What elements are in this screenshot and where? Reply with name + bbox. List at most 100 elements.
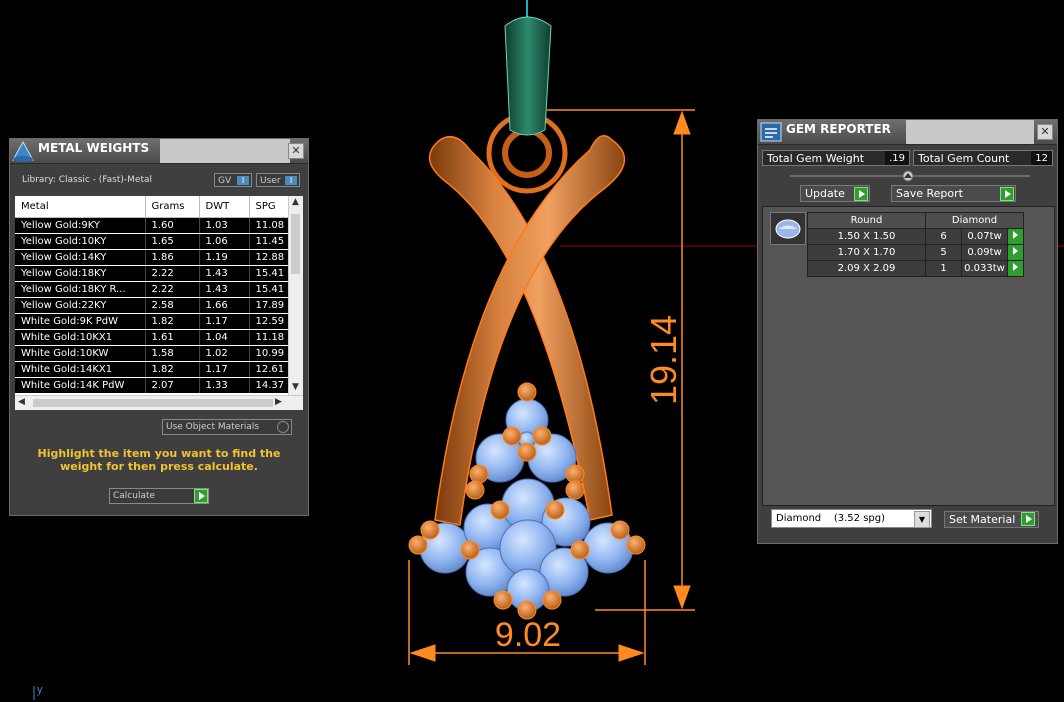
material-select[interactable]: Diamond (3.52 spg) ▼ xyxy=(771,509,932,528)
chevron-down-icon[interactable]: ▼ xyxy=(914,511,930,528)
calculate-button[interactable]: Calculate xyxy=(109,488,209,504)
horizontal-scrollbar[interactable]: ◀ ▶ xyxy=(15,395,303,410)
table-cell: Yellow Gold:10KY xyxy=(15,233,146,250)
table-cell: 1.60 xyxy=(145,217,200,234)
gem-report-table[interactable]: Round Diamond 1.50 X 1.50 6 0.07tw 1.70 X 1… xyxy=(807,212,1024,277)
vertical-scrollbar[interactable]: ▲ ▼ xyxy=(288,196,303,396)
table-cell: 11.18 xyxy=(249,329,290,346)
total-gem-weight-value: .19 xyxy=(885,151,909,165)
table-cell: Yellow Gold:18KY R... xyxy=(15,281,146,298)
gem-cell: 6 xyxy=(925,228,962,245)
prong xyxy=(490,500,510,520)
table-cell: 14.37 xyxy=(249,377,290,394)
prong xyxy=(542,590,562,610)
prong xyxy=(565,464,585,484)
play-icon[interactable] xyxy=(1021,512,1035,526)
table-cell: White Gold:10KX1 xyxy=(15,329,146,346)
column-header[interactable]: Grams xyxy=(145,196,200,218)
table-row[interactable]: White Gold:14K PdW 2.07 1.33 14.37 xyxy=(15,377,290,394)
prong xyxy=(408,535,428,555)
prong xyxy=(493,590,513,610)
prong xyxy=(610,520,630,540)
close-button[interactable]: ✕ xyxy=(1037,124,1053,140)
gem-reporter-titlebar[interactable]: GEM REPORTER ✕ xyxy=(758,120,1057,145)
table-cell: 1.17 xyxy=(199,361,250,378)
table-cell: 1.43 xyxy=(199,281,250,298)
table-cell: 1.04 xyxy=(199,329,250,346)
table-cell: 1.66 xyxy=(199,297,250,314)
table-cell: 10.99 xyxy=(249,345,290,362)
set-material-label: Set Material xyxy=(949,513,1016,526)
table-cell: 1.06 xyxy=(199,233,250,250)
metal-weights-panel[interactable]: METAL WEIGHTS ✕ Library: Classic - (Fast… xyxy=(9,138,309,516)
row-action-button[interactable] xyxy=(1007,260,1024,277)
prong xyxy=(517,442,537,462)
total-gem-count-field: Total Gem Count 12 xyxy=(913,150,1053,166)
close-button[interactable]: ✕ xyxy=(288,143,304,159)
table-row[interactable]: Yellow Gold:18KY 2.22 1.43 15.41 xyxy=(15,265,290,282)
gem-row[interactable]: 2.09 X 2.09 1 0.033tw xyxy=(807,260,1024,277)
table-row[interactable]: Yellow Gold:22KY 2.58 1.66 17.89 xyxy=(15,297,290,314)
metal-weights-titlebar[interactable]: METAL WEIGHTS ✕ xyxy=(10,139,308,164)
table-cell: 1.43 xyxy=(199,265,250,282)
gv-toggle[interactable]: GV I xyxy=(214,173,252,187)
total-gem-count-value: 12 xyxy=(1031,151,1052,165)
table-cell: White Gold:14KX1 xyxy=(15,361,146,378)
prong xyxy=(420,520,440,540)
table-row[interactable]: White Gold:10KW 1.58 1.02 10.99 xyxy=(15,345,290,362)
calculate-label: Calculate xyxy=(113,491,156,501)
play-icon xyxy=(194,489,208,503)
table-row[interactable]: Yellow Gold:14KY 1.86 1.19 12.88 xyxy=(15,249,290,266)
prong xyxy=(460,540,480,560)
update-button[interactable]: Update xyxy=(800,185,870,202)
gem-report-area[interactable]: Round Diamond 1.50 X 1.50 6 0.07tw 1.70 X 1… xyxy=(762,206,1055,506)
gem-cell: 0.033tw xyxy=(961,260,1008,277)
gem-row[interactable]: 1.50 X 1.50 6 0.07tw xyxy=(807,228,1024,245)
user-toggle[interactable]: User I xyxy=(256,173,300,187)
use-object-materials-toggle[interactable]: Use Object Materials xyxy=(162,419,292,435)
table-row[interactable]: Yellow Gold:9KY 1.60 1.03 11.08 xyxy=(15,217,290,234)
prong xyxy=(502,426,522,446)
gem-cell: 1.50 X 1.50 xyxy=(807,228,926,245)
prong xyxy=(565,480,585,500)
table-cell: 15.41 xyxy=(249,281,290,298)
column-header[interactable]: SPG xyxy=(249,196,290,218)
gem-cell: 2.09 X 2.09 xyxy=(807,260,926,277)
save-report-button[interactable]: Save Report xyxy=(891,185,1016,202)
table-cell: White Gold:14K PdW xyxy=(15,377,146,394)
table-row[interactable]: White Gold:9K PdW 1.82 1.17 12.59 xyxy=(15,313,290,330)
diamond-icon xyxy=(770,212,806,245)
prong xyxy=(517,382,537,402)
column-header[interactable]: Metal xyxy=(15,196,146,218)
table-cell: 2.58 xyxy=(145,297,200,314)
row-action-button[interactable] xyxy=(1007,228,1024,245)
library-label: Library: Classic - (Fast)-Metal xyxy=(22,175,153,185)
collapse-slider[interactable] xyxy=(790,170,1030,182)
table-cell: 1.58 xyxy=(145,345,200,362)
prong xyxy=(532,426,552,446)
table-cell: 11.45 xyxy=(249,233,290,250)
table-cell: White Gold:9K PdW xyxy=(15,313,146,330)
table-cell: 1.33 xyxy=(199,377,250,394)
gem-row[interactable]: 1.70 X 1.70 5 0.09tw xyxy=(807,244,1024,261)
table-cell: 1.03 xyxy=(199,217,250,234)
row-action-button[interactable] xyxy=(1007,244,1024,261)
table-cell: 1.82 xyxy=(145,313,200,330)
gem-reporter-icon xyxy=(760,122,782,142)
table-row[interactable]: Yellow Gold:10KY 1.65 1.06 11.45 xyxy=(15,233,290,250)
gem-cell: 1.70 X 1.70 xyxy=(807,244,926,261)
table-row[interactable]: Yellow Gold:18KY R... 2.22 1.43 15.41 xyxy=(15,281,290,298)
gem-reporter-panel[interactable]: GEM REPORTER ✕ Total Gem Weight .19 Tota… xyxy=(757,119,1058,544)
prong xyxy=(465,480,485,500)
table-row[interactable]: White Gold:10KX1 1.61 1.04 11.18 xyxy=(15,329,290,346)
column-header[interactable]: DWT xyxy=(199,196,250,218)
table-cell: 1.19 xyxy=(199,249,250,266)
metal-table[interactable]: Metal Grams DWT SPG Yellow Gold:9KY 1.60 1.03… xyxy=(15,196,303,410)
table-cell: 2.22 xyxy=(145,281,200,298)
total-gem-weight-field: Total Gem Weight .19 xyxy=(762,150,910,166)
table-cell: 11.08 xyxy=(249,217,290,234)
table-cell: 1.61 xyxy=(145,329,200,346)
table-cell: Yellow Gold:22KY xyxy=(15,297,146,314)
table-cell: 12.59 xyxy=(249,313,290,330)
table-row[interactable]: White Gold:14KX1 1.82 1.17 12.61 xyxy=(15,361,290,378)
